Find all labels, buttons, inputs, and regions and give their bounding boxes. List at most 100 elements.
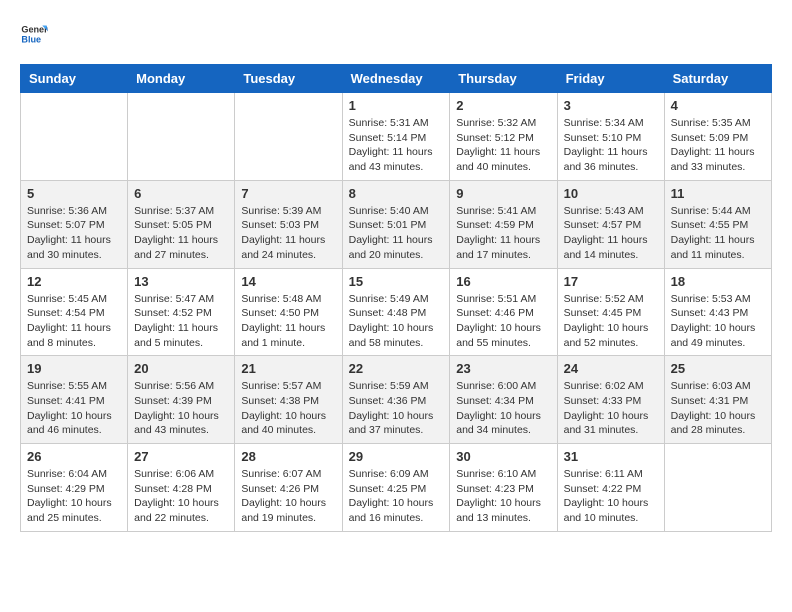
day-number: 13 — [134, 274, 228, 289]
day-info: Sunrise: 5:49 AM Sunset: 4:48 PM Dayligh… — [349, 292, 444, 351]
calendar-cell: 18 Sunrise: 5:53 AM Sunset: 4:43 PM Dayli… — [664, 268, 771, 356]
day-number: 15 — [349, 274, 444, 289]
calendar-cell: 7 Sunrise: 5:39 AM Sunset: 5:03 PM Daylig… — [235, 180, 342, 268]
calendar-cell: 2 Sunrise: 5:32 AM Sunset: 5:12 PM Daylig… — [450, 93, 557, 181]
day-number: 17 — [564, 274, 658, 289]
logo-icon: General Blue — [20, 20, 48, 48]
calendar-header-friday: Friday — [557, 65, 664, 93]
day-number: 30 — [456, 449, 550, 464]
calendar-header-thursday: Thursday — [450, 65, 557, 93]
day-number: 23 — [456, 361, 550, 376]
day-number: 18 — [671, 274, 765, 289]
calendar-cell: 24 Sunrise: 6:02 AM Sunset: 4:33 PM Dayli… — [557, 356, 664, 444]
calendar-cell: 28 Sunrise: 6:07 AM Sunset: 4:26 PM Dayli… — [235, 444, 342, 532]
day-info: Sunrise: 6:07 AM Sunset: 4:26 PM Dayligh… — [241, 467, 335, 526]
day-number: 31 — [564, 449, 658, 464]
day-info: Sunrise: 5:47 AM Sunset: 4:52 PM Dayligh… — [134, 292, 228, 351]
calendar-cell: 21Sunrise: 5:57 AM Sunset: 4:38 PM Dayli… — [235, 356, 342, 444]
calendar-cell: 1 Sunrise: 5:31 AM Sunset: 5:14 PM Daylig… — [342, 93, 450, 181]
day-number: 3 — [564, 98, 658, 113]
day-info: Sunrise: 5:43 AM Sunset: 4:57 PM Dayligh… — [564, 204, 658, 263]
calendar-cell: 8 Sunrise: 5:40 AM Sunset: 5:01 PM Daylig… — [342, 180, 450, 268]
day-info: Sunrise: 6:04 AM Sunset: 4:29 PM Dayligh… — [27, 467, 121, 526]
calendar-cell: 27 Sunrise: 6:06 AM Sunset: 4:28 PM Dayli… — [128, 444, 235, 532]
calendar-cell — [21, 93, 128, 181]
day-info: Sunrise: 6:00 AM Sunset: 4:34 PM Dayligh… — [456, 379, 550, 438]
calendar-cell: 14 Sunrise: 5:48 AM Sunset: 4:50 PM Dayli… — [235, 268, 342, 356]
day-number: 16 — [456, 274, 550, 289]
calendar-cell: 5 Sunrise: 5:36 AM Sunset: 5:07 PM Daylig… — [21, 180, 128, 268]
calendar-header-tuesday: Tuesday — [235, 65, 342, 93]
calendar-header-wednesday: Wednesday — [342, 65, 450, 93]
calendar-cell: 23 Sunrise: 6:00 AM Sunset: 4:34 PM Dayli… — [450, 356, 557, 444]
day-info: Sunrise: 5:41 AM Sunset: 4:59 PM Dayligh… — [456, 204, 550, 263]
svg-text:Blue: Blue — [21, 34, 41, 44]
day-info: Sunrise: 5:48 AM Sunset: 4:50 PM Dayligh… — [241, 292, 335, 351]
day-number: 24 — [564, 361, 658, 376]
day-number: 2 — [456, 98, 550, 113]
calendar-week-row: 5 Sunrise: 5:36 AM Sunset: 5:07 PM Daylig… — [21, 180, 772, 268]
day-number: 10 — [564, 186, 658, 201]
day-info: Sunrise: 6:06 AM Sunset: 4:28 PM Dayligh… — [134, 467, 228, 526]
calendar-cell: 15 Sunrise: 5:49 AM Sunset: 4:48 PM Dayli… — [342, 268, 450, 356]
day-number: 20 — [134, 361, 228, 376]
calendar-cell: 17 Sunrise: 5:52 AM Sunset: 4:45 PM Dayli… — [557, 268, 664, 356]
day-info: Sunrise: 5:37 AM Sunset: 5:05 PM Dayligh… — [134, 204, 228, 263]
day-number: 27 — [134, 449, 228, 464]
calendar-cell: 10 Sunrise: 5:43 AM Sunset: 4:57 PM Dayli… — [557, 180, 664, 268]
page-header: General Blue — [20, 20, 772, 48]
day-info: Sunrise: 6:03 AM Sunset: 4:31 PM Dayligh… — [671, 379, 765, 438]
day-number: 19 — [27, 361, 121, 376]
day-number: 14 — [241, 274, 335, 289]
day-info: Sunrise: 5:40 AM Sunset: 5:01 PM Dayligh… — [349, 204, 444, 263]
day-number: 4 — [671, 98, 765, 113]
day-number: 26 — [27, 449, 121, 464]
calendar-cell: 26 Sunrise: 6:04 AM Sunset: 4:29 PM Dayli… — [21, 444, 128, 532]
day-number: 9 — [456, 186, 550, 201]
calendar-cell: 31 Sunrise: 6:11 AM Sunset: 4:22 PM Dayli… — [557, 444, 664, 532]
day-number: 8 — [349, 186, 444, 201]
day-info: Sunrise: 5:59 AM Sunset: 4:36 PM Dayligh… — [349, 379, 444, 438]
day-info: Sunrise: 5:56 AM Sunset: 4:39 PM Dayligh… — [134, 379, 228, 438]
calendar-cell: 13 Sunrise: 5:47 AM Sunset: 4:52 PM Dayli… — [128, 268, 235, 356]
day-number: 7 — [241, 186, 335, 201]
day-info: Sunrise: 5:52 AM Sunset: 4:45 PM Dayligh… — [564, 292, 658, 351]
day-number: 22 — [349, 361, 444, 376]
calendar-cell — [128, 93, 235, 181]
calendar-cell — [664, 444, 771, 532]
calendar-header-saturday: Saturday — [664, 65, 771, 93]
calendar-week-row: 12 Sunrise: 5:45 AM Sunset: 4:54 PM Dayli… — [21, 268, 772, 356]
calendar-header-row: SundayMondayTuesdayWednesdayThursdayFrid… — [21, 65, 772, 93]
day-number: 5 — [27, 186, 121, 201]
logo: General Blue — [20, 20, 52, 48]
calendar-cell: 4 Sunrise: 5:35 AM Sunset: 5:09 PM Daylig… — [664, 93, 771, 181]
calendar-cell: 29Sunrise: 6:09 AM Sunset: 4:25 PM Dayli… — [342, 444, 450, 532]
day-number: 25 — [671, 361, 765, 376]
day-info: Sunrise: 5:32 AM Sunset: 5:12 PM Dayligh… — [456, 116, 550, 175]
day-info: Sunrise: 5:35 AM Sunset: 5:09 PM Dayligh… — [671, 116, 765, 175]
day-info: Sunrise: 5:39 AM Sunset: 5:03 PM Dayligh… — [241, 204, 335, 263]
day-info: Sunrise: 5:34 AM Sunset: 5:10 PM Dayligh… — [564, 116, 658, 175]
calendar-cell: 20 Sunrise: 5:56 AM Sunset: 4:39 PM Dayli… — [128, 356, 235, 444]
day-info: Sunrise: 5:53 AM Sunset: 4:43 PM Dayligh… — [671, 292, 765, 351]
calendar-cell — [235, 93, 342, 181]
day-number: 28 — [241, 449, 335, 464]
day-number: 1 — [349, 98, 444, 113]
day-number: 11 — [671, 186, 765, 201]
calendar-cell: 25 Sunrise: 6:03 AM Sunset: 4:31 PM Dayli… — [664, 356, 771, 444]
day-number: 12 — [27, 274, 121, 289]
calendar-header-monday: Monday — [128, 65, 235, 93]
day-info: Sunrise: 5:31 AM Sunset: 5:14 PM Dayligh… — [349, 116, 444, 175]
calendar-week-row: 19Sunrise: 5:55 AM Sunset: 4:41 PM Dayli… — [21, 356, 772, 444]
day-number: 29 — [349, 449, 444, 464]
calendar-cell: 12 Sunrise: 5:45 AM Sunset: 4:54 PM Dayli… — [21, 268, 128, 356]
calendar-cell: 6 Sunrise: 5:37 AM Sunset: 5:05 PM Daylig… — [128, 180, 235, 268]
day-number: 6 — [134, 186, 228, 201]
day-info: Sunrise: 5:36 AM Sunset: 5:07 PM Dayligh… — [27, 204, 121, 263]
day-info: Sunrise: 6:11 AM Sunset: 4:22 PM Dayligh… — [564, 467, 658, 526]
day-info: Sunrise: 6:02 AM Sunset: 4:33 PM Dayligh… — [564, 379, 658, 438]
calendar-week-row: 26 Sunrise: 6:04 AM Sunset: 4:29 PM Dayli… — [21, 444, 772, 532]
calendar-cell: 11Sunrise: 5:44 AM Sunset: 4:55 PM Dayli… — [664, 180, 771, 268]
calendar-header-sunday: Sunday — [21, 65, 128, 93]
day-info: Sunrise: 5:45 AM Sunset: 4:54 PM Dayligh… — [27, 292, 121, 351]
